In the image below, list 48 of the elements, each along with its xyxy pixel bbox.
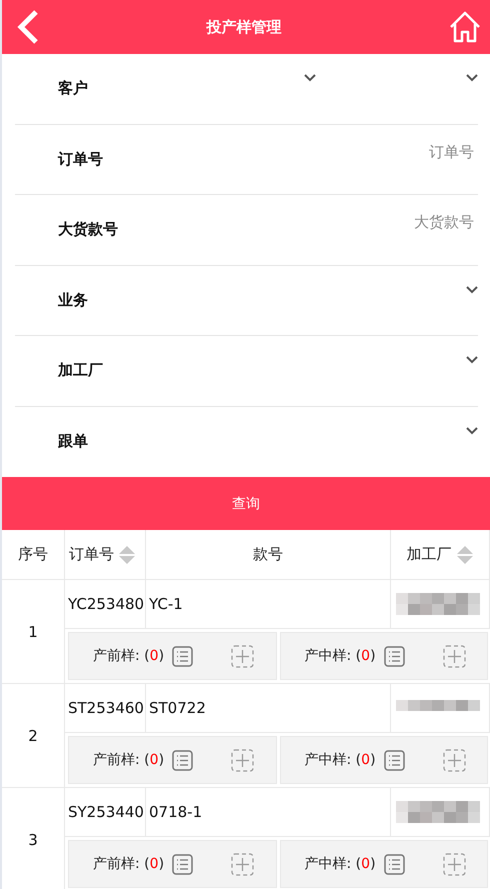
back-button[interactable] [16, 10, 40, 44]
list-icon[interactable] [384, 646, 405, 666]
sample-count: 产前样: (0) [93, 751, 164, 769]
page-title: 投产样管理 [206, 18, 282, 36]
filter-label: 业务 [58, 290, 88, 310]
add-icon[interactable] [442, 644, 466, 668]
list-icon[interactable] [384, 750, 405, 770]
filter-label: 客户 [58, 79, 88, 98]
sample-count: 产中样: (0) [304, 855, 376, 873]
query-button[interactable]: 查询 [2, 477, 490, 530]
table-cell: ST0722 [149, 699, 206, 717]
sample-count: 产前样: (0) [93, 855, 164, 873]
filter-label: 加工厂 [58, 361, 103, 380]
list-icon[interactable] [384, 854, 405, 874]
sample-count: 产中样: (0) [304, 751, 376, 769]
add-icon[interactable] [231, 748, 254, 772]
chevron-down-icon[interactable] [466, 74, 478, 82]
row-number: 1 [28, 622, 38, 640]
row-number: 2 [28, 726, 38, 744]
column-header: 序号 [18, 545, 48, 564]
chevron-down-icon[interactable] [466, 286, 478, 294]
home-button[interactable] [448, 10, 482, 44]
table-cell: YC253480 [68, 595, 144, 613]
filter-label: 订单号 [58, 150, 103, 169]
chevron-down-icon[interactable] [466, 426, 478, 434]
sample-count: 产中样: (0) [304, 647, 376, 665]
add-icon[interactable] [231, 852, 254, 876]
add-icon[interactable] [231, 644, 254, 668]
input-field[interactable]: 大货款号 [324, 213, 478, 231]
table-cell: ST253460 [68, 699, 144, 717]
table-cell: 0718-1 [149, 803, 202, 821]
chevron-down-icon[interactable] [304, 74, 316, 82]
row-number: 3 [28, 830, 38, 848]
add-icon[interactable] [442, 852, 466, 876]
column-header: 款号 [253, 545, 283, 564]
table-cell: SY253440 [68, 803, 144, 821]
sample-count: 产前样: (0) [93, 647, 164, 665]
chevron-down-icon[interactable] [466, 356, 478, 364]
column-header[interactable]: 加工厂 [406, 545, 452, 564]
add-icon[interactable] [442, 748, 466, 772]
table-cell: YC-1 [149, 595, 183, 613]
list-icon[interactable] [172, 646, 194, 666]
filter-label: 跟单 [58, 432, 88, 451]
filter-label: 大货款号 [58, 220, 118, 240]
input-field[interactable]: 订单号 [324, 142, 478, 160]
column-header[interactable]: 订单号 [69, 545, 114, 564]
list-icon[interactable] [172, 750, 194, 770]
list-icon[interactable] [172, 854, 194, 874]
